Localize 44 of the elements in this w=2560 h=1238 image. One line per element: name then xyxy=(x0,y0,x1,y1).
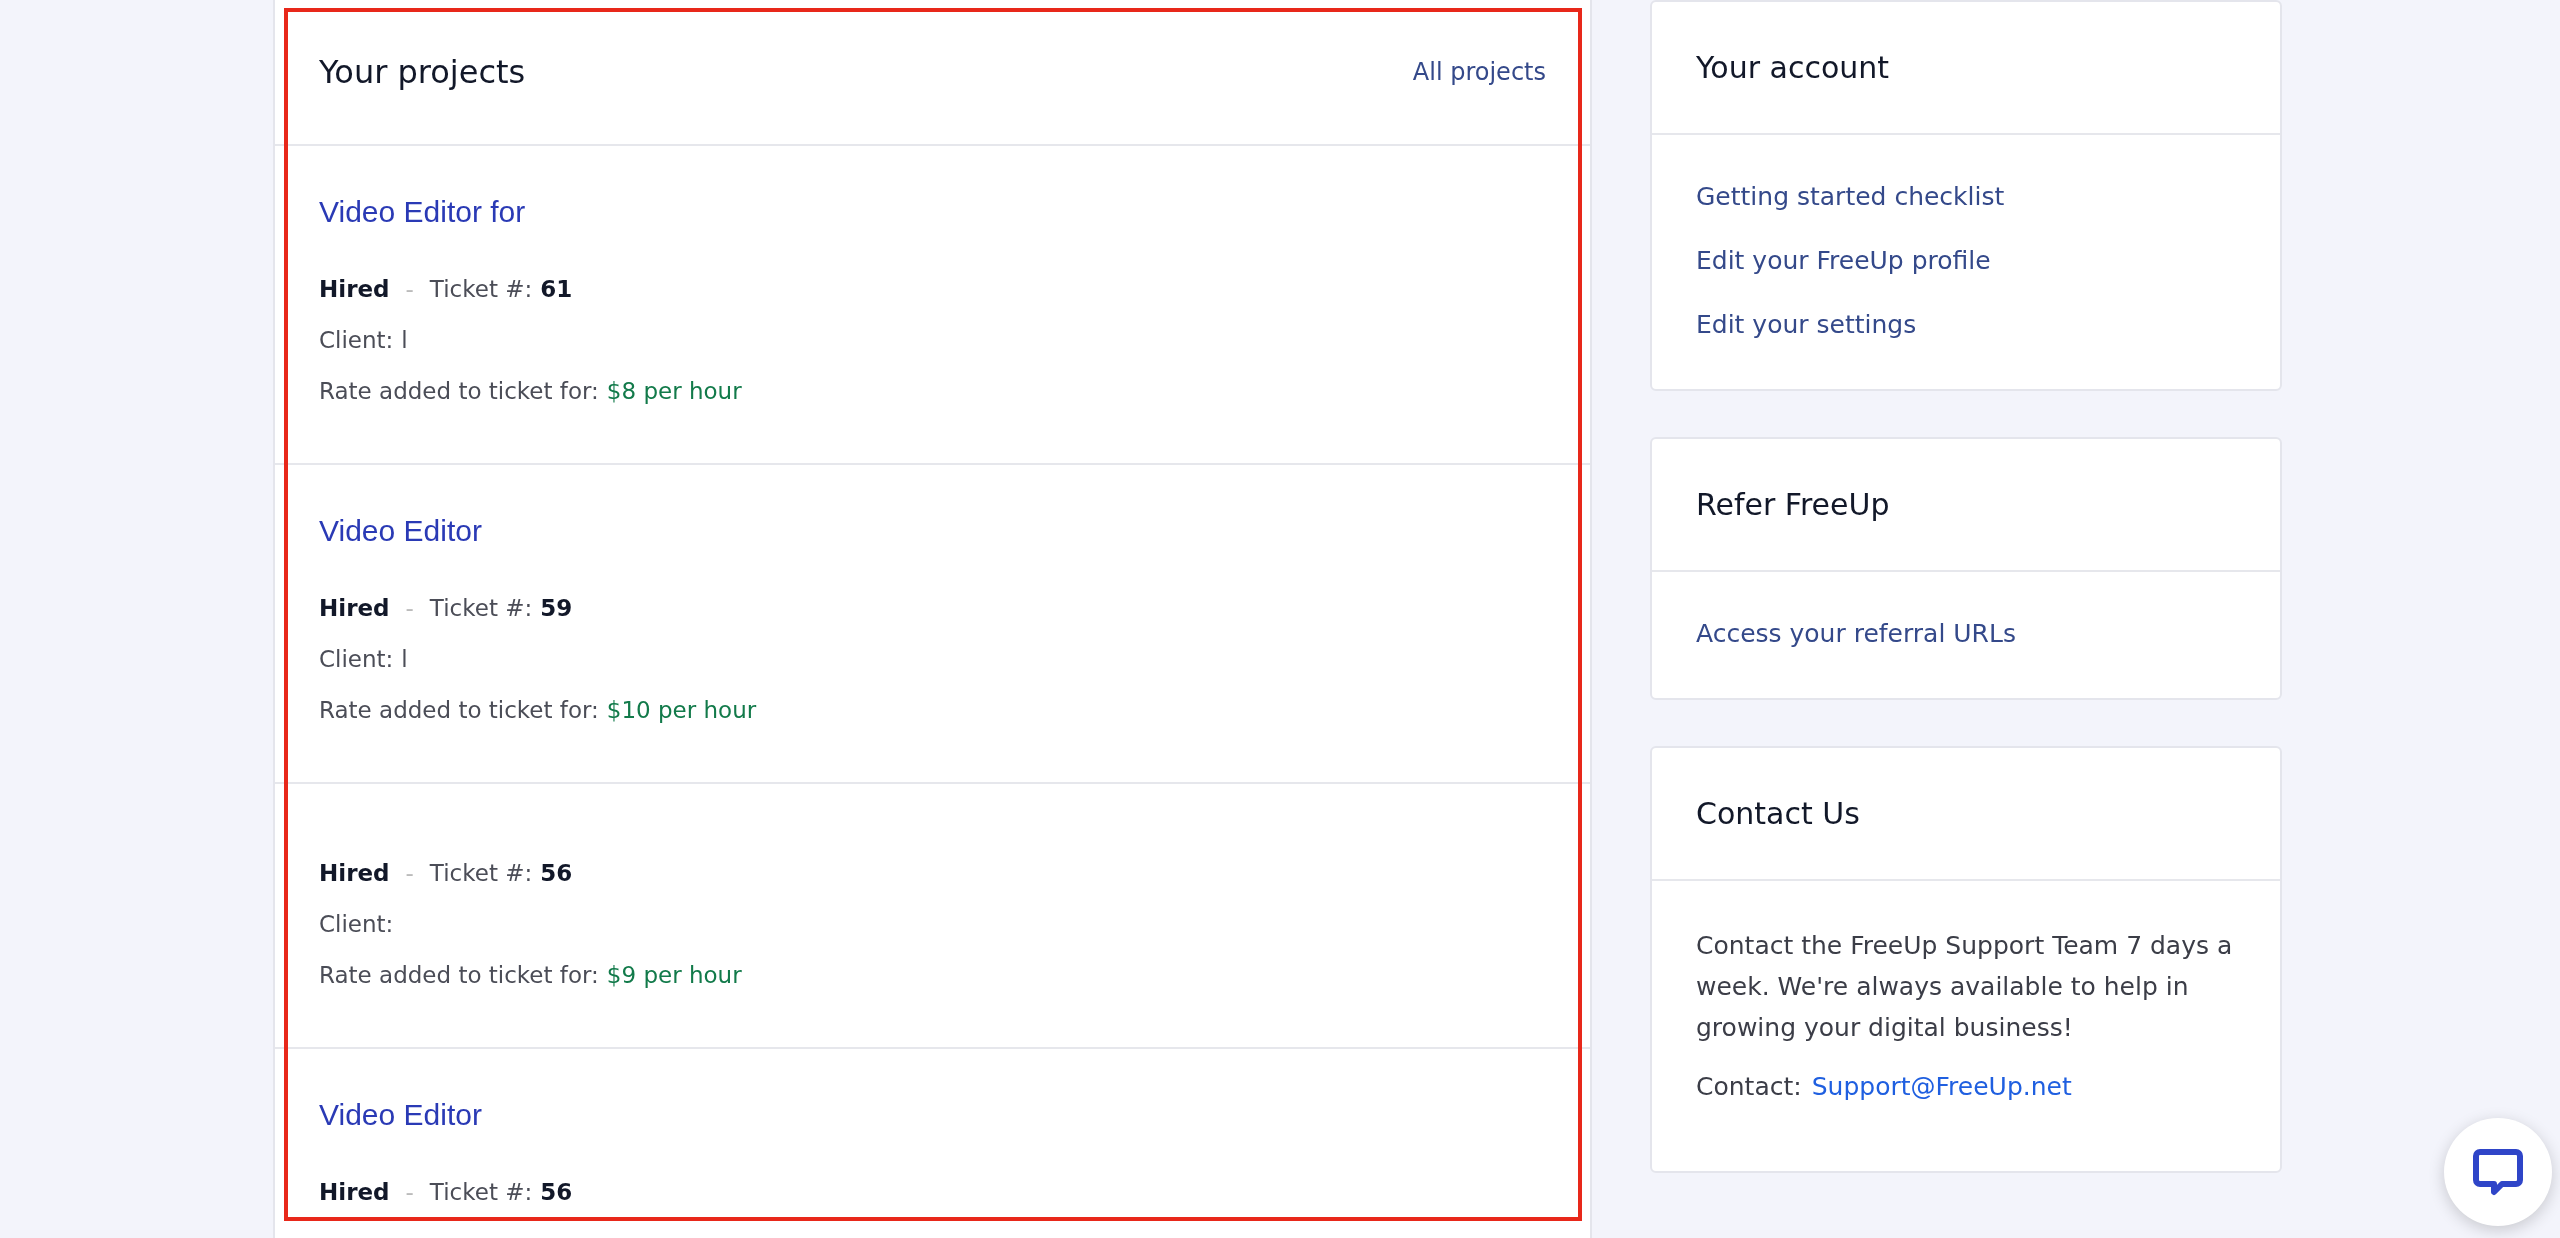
client-label: Client: xyxy=(319,910,394,939)
status-label: Hired xyxy=(319,859,390,888)
project-title-link[interactable]: Video Editor for xyxy=(319,194,1546,230)
card-title: Refer FreeUp xyxy=(1696,487,1890,522)
separator-dash: - xyxy=(405,275,414,304)
referral-link[interactable]: Access your referral URLs xyxy=(1696,616,2236,652)
client-label: Client: xyxy=(319,645,394,674)
ticket-label: Ticket #: xyxy=(429,1178,533,1207)
ticket-number: 56 xyxy=(540,859,573,888)
client-label: Client: xyxy=(319,326,394,355)
ticket-number: 61 xyxy=(540,275,573,304)
rate-label: Rate added to ticket for: xyxy=(319,696,599,725)
status-label: Hired xyxy=(319,1178,390,1207)
separator-dash: - xyxy=(405,594,414,623)
chat-bubble-icon xyxy=(2472,1146,2524,1198)
card-title: Contact Us xyxy=(1696,796,1860,831)
project-title-link[interactable]: Video Editor xyxy=(319,1097,1546,1133)
contact-label: Contact: xyxy=(1696,1071,1802,1103)
ticket-label: Ticket #: xyxy=(429,275,533,304)
rate-label: Rate added to ticket for: xyxy=(319,961,599,990)
ticket-label: Ticket #: xyxy=(429,594,533,623)
separator-dash: - xyxy=(405,859,414,888)
account-link[interactable]: Edit your FreeUp profile xyxy=(1696,243,2236,279)
ticket-number: 59 xyxy=(540,594,573,623)
contact-paragraph: Contact the FreeUp Support Team 7 days a week. We're always available to help in growing your digital business! xyxy=(1696,930,2234,1044)
card-title: Your projects xyxy=(319,53,526,91)
status-label: Hired xyxy=(319,594,390,623)
client-name: l xyxy=(401,326,408,355)
status-label: Hired xyxy=(319,275,390,304)
client-name: l xyxy=(401,645,408,674)
account-link[interactable]: Getting started checklist xyxy=(1696,179,2236,215)
ticket-label: Ticket #: xyxy=(429,859,533,888)
rate-value: $10 per hour xyxy=(606,696,757,725)
chat-button[interactable] xyxy=(2444,1118,2552,1226)
all-projects-link[interactable]: All projects xyxy=(1412,58,1546,86)
rate-value: $8 per hour xyxy=(606,377,742,406)
card-title: Your account xyxy=(1696,50,1890,85)
project-title-link[interactable]: Video Editor xyxy=(319,513,1546,549)
rate-value: $9 per hour xyxy=(606,961,742,990)
email-link[interactable]: Support@FreeUp.net xyxy=(1811,1066,2072,1107)
rate-label: Rate added to ticket for: xyxy=(319,377,599,406)
ticket-number: 56 xyxy=(540,1178,573,1207)
separator-dash: - xyxy=(405,1178,414,1207)
account-link[interactable]: Edit your settings xyxy=(1696,307,2236,343)
